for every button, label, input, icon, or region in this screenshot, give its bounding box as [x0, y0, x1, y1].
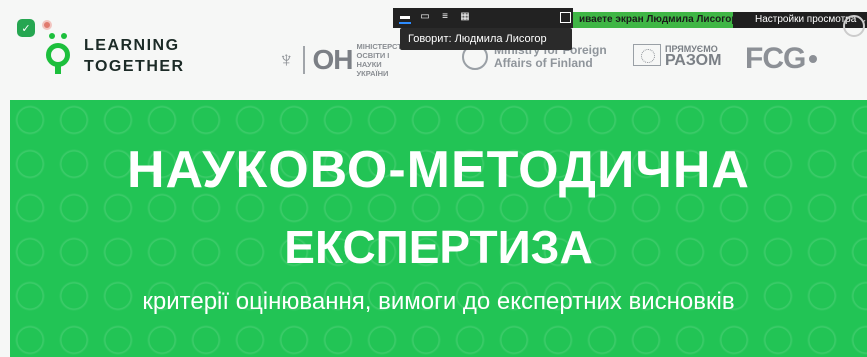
- speaker-view-icon[interactable]: ▭: [419, 11, 431, 22]
- gallery-view-icon[interactable]: ▦: [459, 11, 471, 22]
- title-slide: НАУКОВО-МЕТОДИЧНА ЕКСПЕРТИЗА критерії оц…: [10, 100, 867, 357]
- security-shield-icon[interactable]: ✓: [17, 19, 35, 37]
- finland-text-2: Affairs of Finland: [494, 56, 593, 70]
- view-options-label: Настройки просмотра: [755, 14, 857, 25]
- trident-icon: ♆: [278, 47, 295, 72]
- strip-view-icon[interactable]: ≡: [439, 11, 451, 22]
- razom-big: РАЗОМ: [665, 52, 722, 69]
- view-mode-toolbar: ▬ ▭ ≡ ▦: [393, 8, 573, 28]
- fcg-logo: FCG: [745, 42, 818, 76]
- logo-line-2: TOGETHER: [84, 57, 185, 75]
- logo-text: LEARNING TOGETHER: [84, 35, 185, 77]
- screen-share-banner: иваете экран Людмила Лисогор: [573, 12, 733, 28]
- slide-title-line-1: НАУКОВО-МЕТОДИЧНА: [127, 141, 750, 199]
- circle-icon: [843, 15, 865, 37]
- ministry-education-logo: ♆ ОН МІНІСТЕРСТВО ОСВІТИ І НАУКИ УКРАЇНИ: [278, 42, 413, 78]
- logo-line-1: LEARNING: [84, 36, 180, 54]
- slide-title-line-2: ЕКСПЕРТИЗА: [284, 221, 593, 273]
- minimize-icon[interactable]: ▬: [399, 11, 411, 24]
- active-speaker-label: Говорит: Людмила Лисогор: [400, 28, 572, 50]
- logo-mark-icon: [46, 33, 74, 78]
- slide-subtitle: критерії оцінювання, вимоги до експертни…: [142, 288, 735, 315]
- fcg-dot-icon: [809, 55, 818, 63]
- recording-icon[interactable]: [42, 20, 52, 30]
- fcg-text: FCG: [745, 42, 806, 75]
- eu-flag-icon: [633, 44, 661, 66]
- razom-logo: ПРЯМУЄМО РАЗОМ: [633, 44, 722, 69]
- learning-together-logo: LEARNING TOGETHER: [46, 33, 185, 78]
- ministry-abbr: ОН: [312, 44, 354, 75]
- popout-icon[interactable]: [560, 12, 571, 23]
